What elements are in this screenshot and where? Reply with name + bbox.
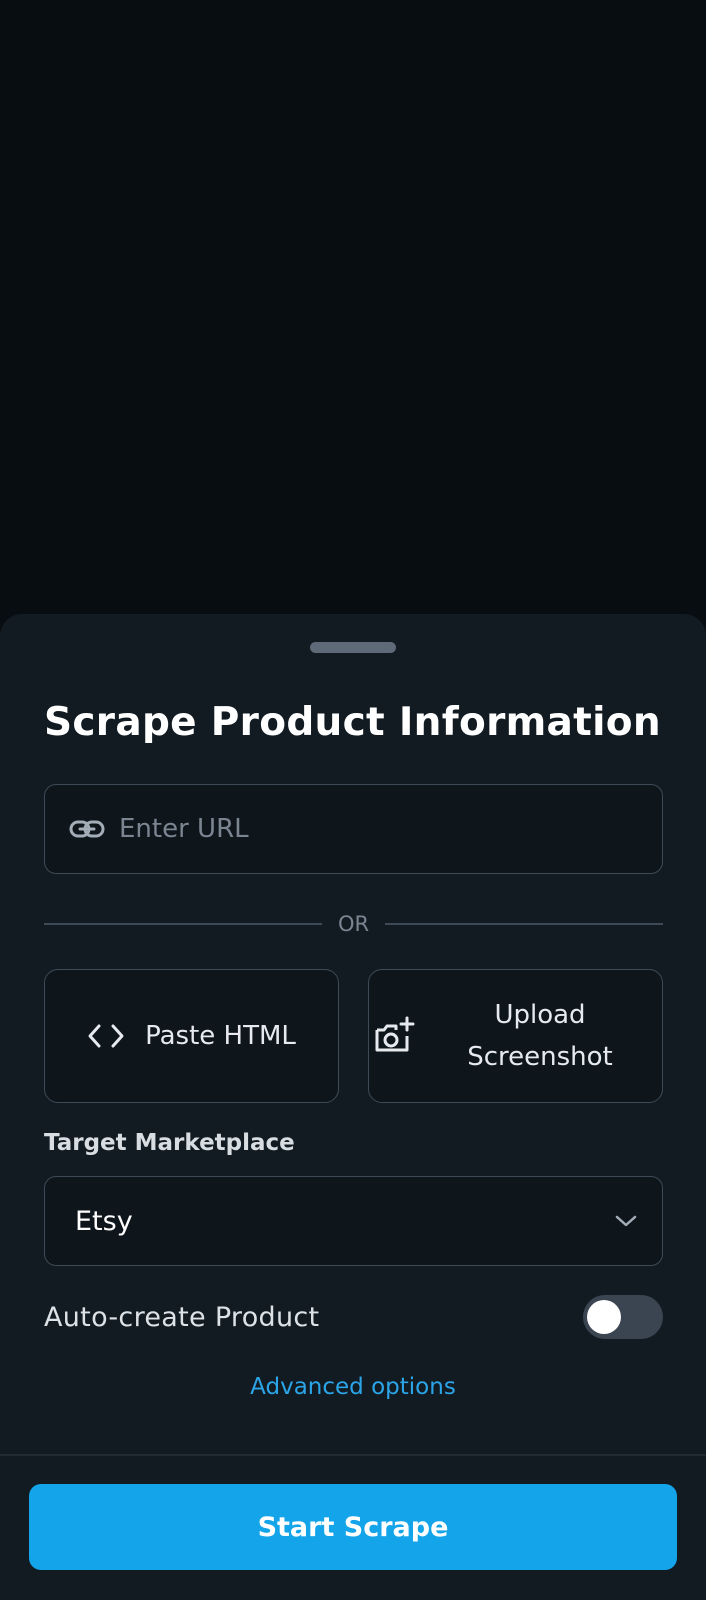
marketplace-value: Etsy [75, 1205, 133, 1237]
or-divider: OR [44, 904, 663, 944]
advanced-options-link[interactable]: Advanced options [0, 1374, 706, 1400]
or-text: OR [337, 912, 370, 936]
upload-label-line1: Upload [494, 1000, 586, 1030]
auto-create-label: Auto-create Product [44, 1301, 320, 1333]
footer-divider [0, 1454, 706, 1456]
bottom-sheet: Scrape Product Information OR Paste HTML [0, 614, 706, 1600]
auto-create-row: Auto-create Product [44, 1294, 663, 1340]
upload-screenshot-button[interactable]: Upload Screenshot [368, 969, 663, 1103]
drag-handle[interactable] [310, 642, 396, 653]
url-field[interactable] [44, 784, 663, 874]
paste-html-button[interactable]: Paste HTML [44, 969, 339, 1103]
start-scrape-button[interactable]: Start Scrape [29, 1484, 677, 1570]
camera-plus-icon [373, 1016, 415, 1056]
divider-line-right [385, 923, 663, 925]
sheet-title: Scrape Product Information [44, 700, 661, 745]
upload-screenshot-label: Upload Screenshot [435, 994, 645, 1078]
toggle-knob [587, 1300, 621, 1334]
marketplace-select[interactable]: Etsy [44, 1176, 663, 1266]
dimmed-backdrop[interactable] [0, 0, 706, 614]
code-icon [87, 1021, 127, 1051]
url-input[interactable] [119, 814, 599, 844]
marketplace-label: Target Marketplace [44, 1130, 295, 1156]
upload-label-line2: Screenshot [467, 1042, 613, 1072]
auto-create-toggle[interactable] [583, 1295, 663, 1339]
chevron-down-icon [614, 1213, 638, 1229]
link-icon [69, 817, 105, 841]
paste-html-label: Paste HTML [145, 1021, 296, 1051]
divider-line-left [44, 923, 322, 925]
